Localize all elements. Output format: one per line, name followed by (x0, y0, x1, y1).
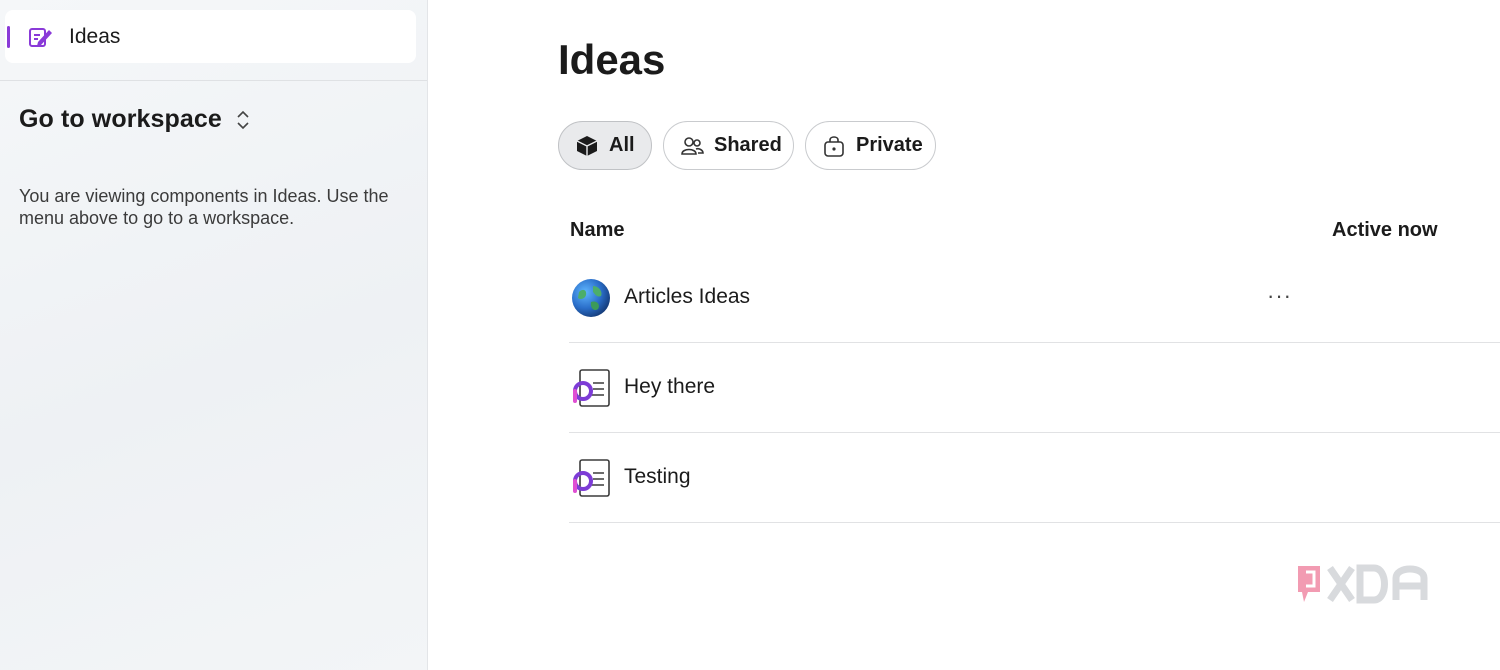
item-title: Testing (624, 465, 691, 488)
list-item[interactable]: Articles Ideas ··· (569, 253, 1500, 343)
filter-label: Shared (714, 134, 782, 156)
chevron-updown-icon (237, 110, 249, 129)
sidebar-item-label: Ideas (69, 25, 121, 48)
divider (569, 522, 1500, 523)
lock-bag-icon (824, 135, 844, 157)
loop-page-icon (573, 459, 610, 497)
filter-private[interactable]: Private (805, 121, 936, 170)
more-options-icon[interactable]: ··· (1267, 283, 1292, 309)
list-item[interactable]: Testing (569, 433, 1500, 523)
page-title: Ideas (558, 36, 666, 83)
list-item[interactable]: Hey there (569, 343, 1500, 433)
xda-logo (1298, 564, 1428, 604)
globe-icon (572, 279, 610, 317)
loop-page-icon (573, 369, 610, 407)
sidebar-info-text: You are viewing components in Ideas. Use… (19, 186, 389, 228)
people-icon (681, 136, 704, 155)
workspace-label: Go to workspace (19, 105, 222, 133)
selection-indicator (7, 26, 10, 48)
column-header-name[interactable]: Name (570, 219, 624, 242)
column-header-active-now[interactable]: Active now (1332, 219, 1438, 242)
divider (0, 80, 427, 81)
filter-shared[interactable]: Shared (663, 121, 794, 170)
filter-all[interactable]: All (558, 121, 652, 170)
workspace-selector[interactable]: Go to workspace (19, 105, 250, 134)
sidebar: Ideas Go to workspace You are viewing co… (0, 0, 428, 670)
sidebar-item-ideas[interactable]: Ideas (5, 10, 416, 63)
pencil-note-icon (29, 28, 52, 47)
item-title: Hey there (624, 375, 716, 398)
filter-label: All (609, 134, 635, 156)
filter-label: Private (856, 134, 923, 156)
box-icon (576, 135, 598, 156)
item-title: Articles Ideas (624, 285, 751, 308)
